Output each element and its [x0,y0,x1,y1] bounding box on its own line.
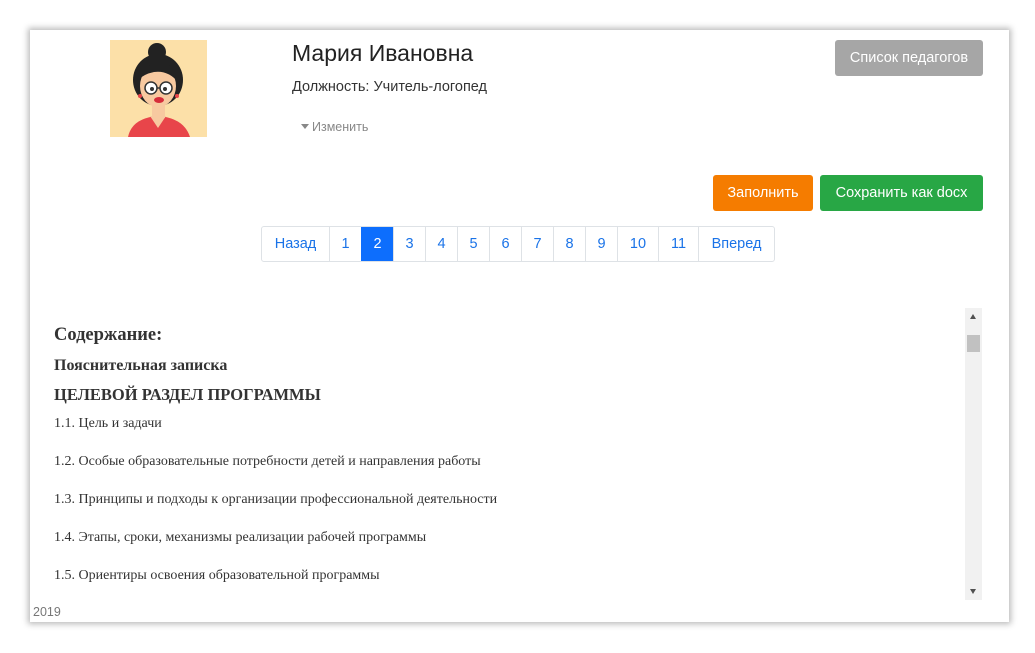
cartoon-woman-avatar-icon [110,40,207,137]
page-next[interactable]: Вперед [698,227,774,261]
page-4[interactable]: 4 [425,227,457,261]
page-11[interactable]: 11 [658,227,698,261]
fill-button[interactable]: Заполнить [713,175,813,211]
teachers-list-button[interactable]: Список педагогов [835,40,983,76]
document-content[interactable]: Содержание: Пояснительная записка ЦЕЛЕВО… [40,308,982,600]
contents-title: Содержание: [54,325,163,345]
vertical-scrollbar[interactable] [965,308,982,600]
toc-item: 1.4. Этапы, сроки, механизмы реализации … [54,530,427,545]
toc-item: 1.1. Цель и задачи [54,416,162,431]
edit-label: Изменить [312,120,369,134]
page-5[interactable]: 5 [457,227,489,261]
teacher-position: Должность: Учитель-логопед [292,79,488,95]
toc-item: 1.2. Особые образовательные потребности … [54,454,481,469]
scroll-down-arrow-icon[interactable] [970,589,976,594]
main-panel: Мария Ивановна Должность: Учитель-логопе… [30,30,1009,622]
footer-year: 2019 [33,605,61,619]
pagination: Назад 1 2 3 4 5 6 7 8 9 10 11 Вперед [261,226,775,262]
page-6[interactable]: 6 [489,227,521,261]
page-prev[interactable]: Назад [262,227,329,261]
save-docx-button[interactable]: Сохранить как docx [820,175,983,211]
toc-item: 1.3. Принципы и подходы к организации пр… [54,492,498,507]
edit-toggle[interactable]: Изменить [301,120,368,134]
page-1[interactable]: 1 [329,227,361,261]
toc-item: 1.5. Ориентиры освоения образовательной … [54,568,380,583]
scroll-thumb[interactable] [967,335,980,352]
teacher-name: Мария Ивановна [292,40,474,66]
page-7[interactable]: 7 [521,227,553,261]
page-9[interactable]: 9 [585,227,617,261]
page-8[interactable]: 8 [553,227,585,261]
scroll-up-arrow-icon[interactable] [970,314,976,319]
avatar [110,40,207,137]
page-10[interactable]: 10 [617,227,658,261]
page-2-active[interactable]: 2 [361,227,393,261]
explanatory-note-heading: Пояснительная записка [54,357,228,374]
caret-down-icon [301,124,309,129]
page-3[interactable]: 3 [393,227,425,261]
target-section-heading: ЦЕЛЕВОЙ РАЗДЕЛ ПРОГРАММЫ [54,385,321,404]
